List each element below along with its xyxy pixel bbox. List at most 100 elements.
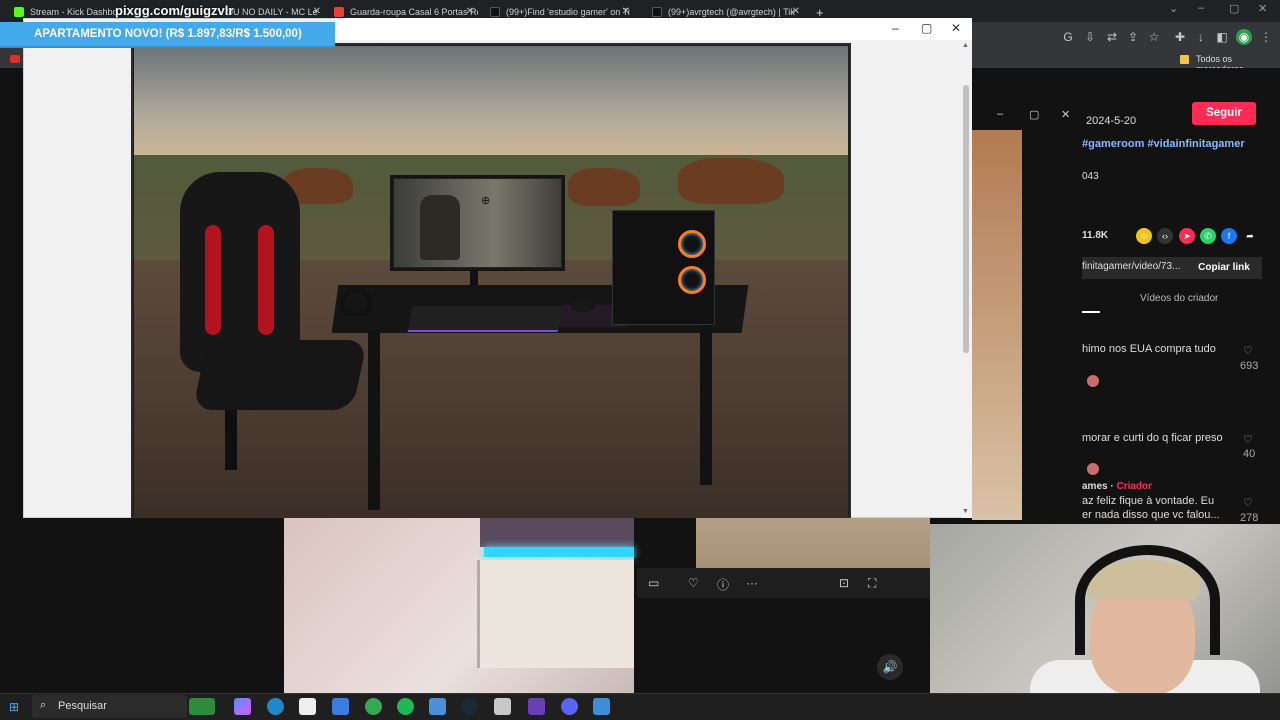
- kick-icon: [14, 7, 24, 17]
- minimize-icon[interactable]: –: [997, 108, 1003, 120]
- search-icon: ⌕: [40, 699, 47, 711]
- close-icon[interactable]: ✕: [622, 6, 630, 17]
- edge-icon[interactable]: [267, 698, 284, 715]
- menu-icon[interactable]: ⋮: [1258, 29, 1274, 45]
- volume-icon[interactable]: 🔊: [877, 654, 903, 680]
- copilot-icon[interactable]: [234, 698, 251, 715]
- reaction-emoji-icon: [1087, 375, 1099, 387]
- translate-icon[interactable]: ⇄: [1104, 29, 1120, 45]
- horse: [568, 168, 640, 206]
- whatsapp-icon[interactable]: ✆: [1200, 228, 1216, 244]
- minimize-icon[interactable]: –: [892, 21, 899, 35]
- windows-start-icon[interactable]: ⊞: [9, 700, 19, 714]
- more-icon[interactable]: ···: [746, 576, 758, 590]
- video-controls-bar: [637, 568, 930, 598]
- app-icon[interactable]: [429, 698, 446, 715]
- captions-icon[interactable]: ▭: [648, 576, 659, 590]
- zoom-cursor-icon: ⊕: [481, 195, 491, 207]
- scroll-up-icon[interactable]: ▲: [962, 42, 969, 49]
- like-heart-icon[interactable]: ♡: [1243, 496, 1253, 509]
- discord-icon[interactable]: [561, 698, 578, 715]
- send-icon[interactable]: ➤: [1179, 228, 1195, 244]
- google-icon[interactable]: G: [1060, 29, 1076, 45]
- streamer-headphones: [1075, 545, 1220, 655]
- follow-button[interactable]: Seguir: [1192, 102, 1256, 125]
- maximize-icon[interactable]: ▢: [921, 21, 932, 35]
- chair-stripe: [258, 225, 274, 335]
- store-icon[interactable]: [299, 698, 316, 715]
- desk-leg: [700, 325, 712, 485]
- chair-seat: [192, 340, 368, 410]
- share-icon[interactable]: ⇪: [1125, 29, 1141, 45]
- mail-icon[interactable]: [332, 698, 349, 715]
- steam-icon[interactable]: [461, 698, 478, 715]
- tab-search-icon[interactable]: ⌄: [1169, 2, 1178, 15]
- obs-icon[interactable]: [528, 698, 545, 715]
- likes-count: 11.8K: [1082, 230, 1109, 241]
- close-icon[interactable]: ✕: [951, 21, 961, 35]
- install-icon[interactable]: ⇩: [1082, 29, 1098, 45]
- folder-icon: [1180, 55, 1189, 64]
- spotify-icon[interactable]: [397, 698, 414, 715]
- bookmark-star-icon[interactable]: ☆: [1146, 29, 1162, 45]
- chair-stripe: [205, 225, 221, 335]
- extensions-icon[interactable]: ✚: [1172, 29, 1188, 45]
- download-icon[interactable]: ↓: [1193, 29, 1209, 45]
- sidepanel-icon[interactable]: ◧: [1214, 29, 1230, 45]
- minimize-icon[interactable]: –: [1198, 2, 1204, 14]
- like-heart-icon[interactable]: ♡: [1243, 344, 1253, 357]
- profile-avatar[interactable]: ◉: [1236, 29, 1252, 45]
- focus-icon[interactable]: ⊡: [839, 576, 849, 590]
- image-viewer-titlebar: [335, 18, 972, 40]
- tiktok-video-edge: [972, 130, 1022, 520]
- comment-text-line2: er nada disso que vc falou...: [1082, 509, 1220, 521]
- desk-leg: [368, 330, 380, 510]
- taskbar-search[interactable]: Pesquisar: [32, 695, 187, 718]
- tab-creator-videos[interactable]: Vídeos do criador: [1140, 293, 1218, 304]
- comment-like-count: 40: [1243, 448, 1256, 460]
- tab-underline: [1082, 311, 1100, 313]
- close-window-icon[interactable]: ✕: [1258, 2, 1267, 15]
- embed-icon[interactable]: ‹›: [1157, 228, 1173, 244]
- keyboard: [407, 306, 563, 332]
- comment-text: morar e curti do q ficar preso: [1082, 432, 1223, 444]
- like-heart-icon[interactable]: ♡: [1243, 433, 1253, 446]
- fullscreen-icon[interactable]: ⛶: [868, 576, 876, 591]
- creator-badge: Criador: [1116, 481, 1153, 492]
- scrollbar-thumb[interactable]: [963, 85, 969, 353]
- horse: [678, 158, 784, 204]
- scroll-down-icon[interactable]: ▼: [962, 508, 969, 515]
- facebook-icon[interactable]: f: [1221, 228, 1237, 244]
- maximize-icon[interactable]: ▢: [1029, 108, 1039, 121]
- post-date: 2024-5-20: [1086, 115, 1137, 127]
- tiktok-icon: [652, 7, 662, 17]
- tiktok-icon: [490, 7, 500, 17]
- share-arrow-icon[interactable]: ➦: [1242, 228, 1258, 244]
- hashtags[interactable]: #gameroom #vidainfinitagamer: [1082, 138, 1245, 150]
- copy-link-button[interactable]: Copiar link: [1186, 257, 1262, 279]
- close-icon[interactable]: ✕: [313, 6, 321, 17]
- info-icon[interactable]: ⓘ: [717, 576, 729, 593]
- photos-icon[interactable]: [593, 698, 610, 715]
- chair-base: [225, 410, 237, 470]
- comment-text: az feliz fique à vontade. Eu: [1082, 495, 1215, 507]
- headphones: [340, 288, 372, 316]
- goal-banner: APARTAMENTO NOVO! (R$ 1.897,83/R$ 1.500,…: [0, 22, 335, 48]
- like-heart-icon[interactable]: ♡: [688, 576, 699, 590]
- youtube-icon[interactable]: [10, 55, 20, 63]
- comment-like-count: 278: [1240, 512, 1259, 524]
- music-text: 043: [1082, 171, 1099, 182]
- media-player-icon[interactable]: [494, 698, 511, 715]
- maximize-icon[interactable]: ▢: [1229, 2, 1239, 15]
- store-icon: [334, 7, 344, 17]
- cabinet-top: [480, 518, 634, 547]
- close-icon[interactable]: ✕: [466, 6, 474, 17]
- emoji-share-icon[interactable]: ☺: [1136, 228, 1152, 244]
- close-icon[interactable]: ✕: [792, 6, 800, 17]
- stream-link: pixgg.com/guigzvlr: [115, 3, 234, 18]
- game-soldier: [420, 195, 460, 260]
- chrome-icon[interactable]: [365, 698, 382, 715]
- comment-author: ames · Criador: [1082, 481, 1153, 492]
- led-strip: [484, 547, 634, 557]
- close-icon[interactable]: ✕: [1061, 108, 1070, 121]
